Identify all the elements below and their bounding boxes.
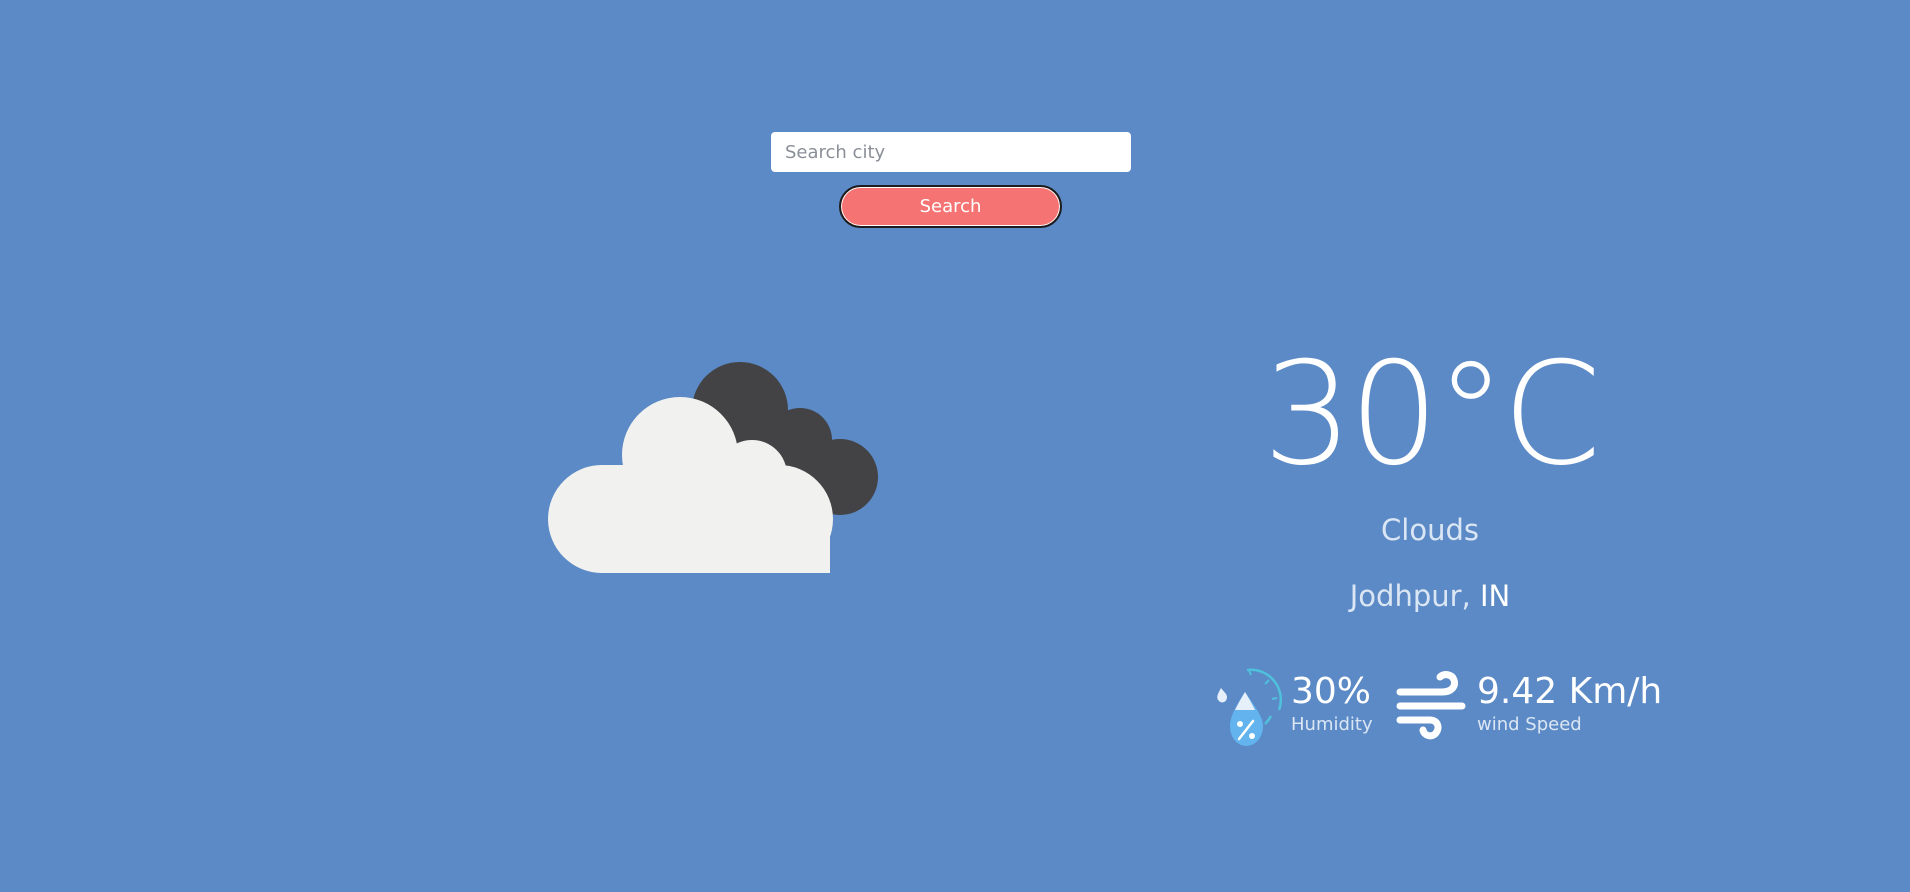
humidity-icon — [1217, 668, 1283, 746]
wind-speed-label: wind Speed — [1477, 714, 1582, 735]
wind-icon — [1396, 671, 1466, 740]
country-code: IN — [1479, 579, 1511, 613]
clouds-icon — [548, 362, 878, 573]
search-button[interactable]: Search — [839, 185, 1062, 228]
location: Jodhpur, IN — [1230, 579, 1630, 613]
city-name: Jodhpur, — [1349, 579, 1471, 613]
weather-condition: Clouds — [1381, 513, 1479, 547]
humidity-label: Humidity — [1291, 714, 1373, 735]
temperature: 30°C — [1262, 332, 1602, 497]
weather-app: Search 30°C Clouds Jodhpur, IN 30% — [0, 0, 1910, 892]
search-input[interactable] — [771, 132, 1131, 172]
humidity-value: 30% — [1291, 671, 1372, 712]
wind-speed-value: 9.42 Km/h — [1477, 671, 1663, 712]
